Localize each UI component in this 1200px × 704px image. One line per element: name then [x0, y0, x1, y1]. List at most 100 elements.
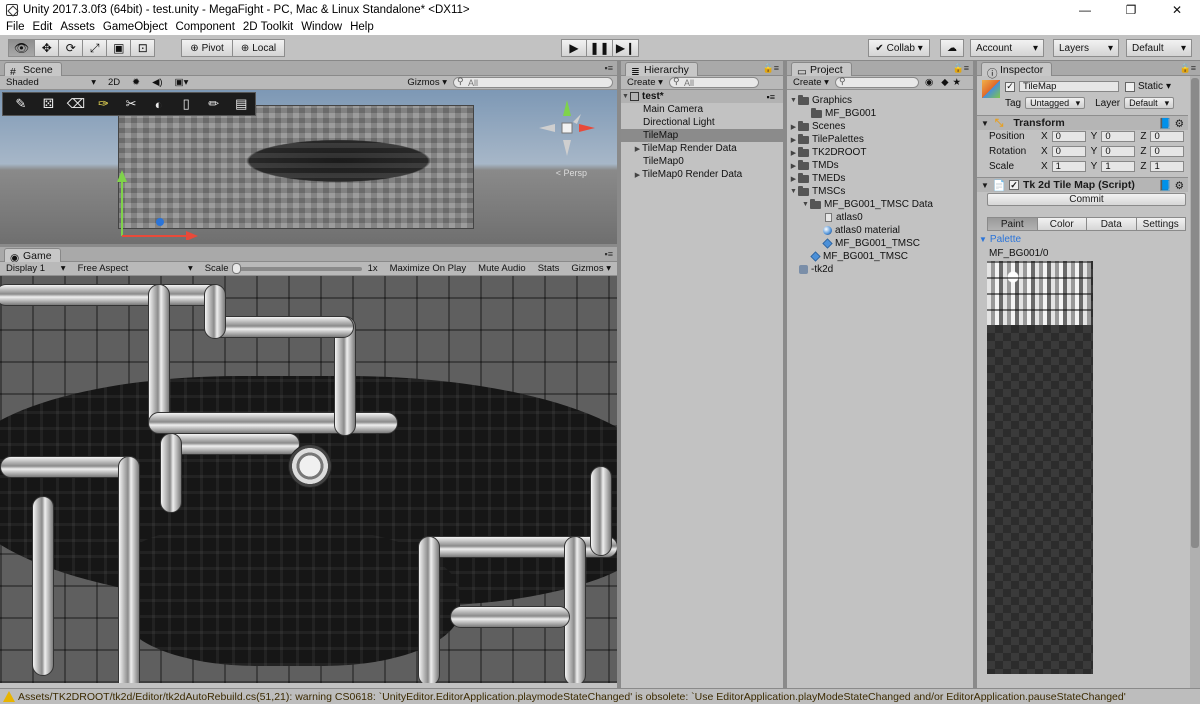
layer-dropdown[interactable]: Default ▾: [1124, 97, 1175, 109]
list-item[interactable]: ▼ TMSCs: [789, 185, 845, 198]
list-item[interactable]: ▶ Scenes: [789, 120, 845, 133]
console-status-bar[interactable]: Assets/TK2DROOT/tk2d/Editor/tk2dAutoRebu…: [0, 688, 1200, 704]
stats-toggle[interactable]: Stats: [532, 263, 566, 274]
script-enabled-checkbox[interactable]: ✓: [1009, 180, 1019, 190]
menu-gameobject[interactable]: GameObject: [99, 21, 172, 33]
tab-paint[interactable]: Paint: [987, 217, 1038, 231]
expand-arrow-icon[interactable]: ▼: [801, 201, 810, 208]
rotate-tool-button[interactable]: ⟳: [59, 39, 84, 57]
palette-foldout[interactable]: ▼ Palette: [979, 234, 1188, 245]
commit-button[interactable]: Commit: [987, 193, 1186, 206]
menu-assets[interactable]: Assets: [56, 21, 99, 33]
transform-header[interactable]: ▼ ⤡ Transform 📘 ⚙: [977, 115, 1188, 130]
panel-menu-icon[interactable]: ▪≡: [605, 249, 613, 259]
scale-y-field[interactable]: 1: [1101, 161, 1136, 172]
expand-arrow-icon[interactable]: ▶: [789, 162, 798, 170]
expand-arrow-icon[interactable]: ▶: [633, 171, 642, 179]
layers-dropdown[interactable]: Layers ▾: [1053, 39, 1119, 57]
cut-icon[interactable]: ✂: [117, 94, 145, 114]
scene-search-input[interactable]: All: [453, 76, 613, 88]
tab-project[interactable]: ▭ Project: [791, 62, 852, 78]
rotation-x-field[interactable]: 0: [1051, 146, 1086, 157]
expand-arrow-icon[interactable]: ▼: [789, 188, 798, 195]
hierarchy-create-dropdown[interactable]: Create ▾: [621, 77, 669, 88]
pencil-icon[interactable]: ✎: [7, 94, 35, 114]
scale-slider[interactable]: [232, 262, 362, 274]
panel-splitter[interactable]: [617, 61, 621, 688]
list-item[interactable]: -tk2d: [799, 263, 833, 276]
expand-arrow-icon[interactable]: ▼: [979, 235, 987, 244]
mute-audio-toggle[interactable]: Mute Audio: [472, 263, 532, 274]
tab-inspector[interactable]: ⓘ Inspector: [981, 62, 1053, 80]
random-dice-icon[interactable]: ⚄: [35, 94, 63, 114]
list-item[interactable]: ▶ TileMap Render Data: [633, 142, 737, 155]
list-item[interactable]: ▼ MF_BG001_TMSC Data: [801, 198, 933, 211]
effects-icon[interactable]: ▣▾: [169, 77, 195, 88]
projection-label[interactable]: < Persp: [556, 168, 587, 178]
tab-settings[interactable]: Settings: [1136, 217, 1186, 231]
component-settings-icon[interactable]: 📘 ⚙: [1159, 179, 1184, 192]
rect-tool-button[interactable]: ▣: [107, 39, 132, 57]
panel-splitter[interactable]: [973, 61, 977, 688]
rotation-z-field[interactable]: 0: [1150, 146, 1185, 157]
scene-gizmos-dropdown[interactable]: Gizmos ▾: [401, 77, 453, 88]
list-item[interactable]: ▶ TilePalettes: [789, 133, 864, 146]
play-button[interactable]: ▶: [561, 39, 587, 57]
menu-edit[interactable]: Edit: [29, 21, 57, 33]
brush-icon[interactable]: ✏: [200, 94, 228, 114]
expand-arrow-icon[interactable]: ▶: [789, 136, 798, 144]
list-item[interactable]: Main Camera: [643, 103, 703, 116]
chevron-down-icon[interactable]: ▾: [1166, 81, 1171, 92]
game-gizmos-dropdown[interactable]: Gizmos ▾: [565, 263, 617, 274]
transform-tool-button[interactable]: ⊡: [131, 39, 156, 57]
eraser-icon[interactable]: ⌫: [62, 94, 90, 114]
position-y-field[interactable]: 0: [1101, 131, 1136, 142]
tab-game[interactable]: ◉ Game: [4, 248, 61, 264]
lock-icon[interactable]: 🔒≡: [1180, 63, 1196, 74]
move-handle-icon[interactable]: [108, 170, 208, 240]
list-item[interactable]: ▶ TMEDs: [789, 172, 845, 185]
project-create-dropdown[interactable]: Create ▾: [787, 77, 835, 88]
lock-icon[interactable]: 🔒≡: [763, 63, 779, 74]
menu-window[interactable]: Window: [297, 21, 346, 33]
list-item[interactable]: ▶ TK2DROOT: [789, 146, 866, 159]
layer-icon[interactable]: ▯: [172, 94, 200, 114]
list-item[interactable]: MF_BG001_TMSC: [822, 237, 920, 250]
list-item[interactable]: TileMap0: [643, 155, 684, 168]
palette-tiles[interactable]: [987, 261, 1091, 325]
pause-button[interactable]: ❚❚: [587, 39, 613, 57]
shading-dropdown[interactable]: Shaded ▾: [0, 77, 102, 88]
audio-icon[interactable]: ◀): [146, 77, 168, 88]
lock-icon[interactable]: 🔒≡: [953, 63, 969, 74]
expand-arrow-icon[interactable]: ▼: [981, 181, 989, 190]
scene-viewport[interactable]: ✎ ⚄ ⌫ ✑ ✂ ◐ ▯ ✏ ▤ < Persp: [0, 90, 617, 244]
component-settings-icon[interactable]: 📘 ⚙: [1159, 117, 1184, 130]
panel-menu-icon[interactable]: ▪≡: [605, 63, 613, 73]
tilemap-script-header[interactable]: ▼ 📄 ✓ Tk 2d Tile Map (Script) 📘 ⚙: [977, 177, 1188, 192]
game-viewport[interactable]: [0, 276, 617, 683]
cloud-button[interactable]: ☁: [940, 39, 964, 57]
display-dropdown[interactable]: Display 1 ▾: [0, 263, 72, 274]
list-item[interactable]: atlas0 material: [823, 224, 900, 237]
label-icon[interactable]: ◆: [939, 77, 950, 88]
hierarchy-search-input[interactable]: All: [668, 76, 759, 88]
list-item[interactable]: Directional Light: [643, 116, 715, 129]
active-checkbox[interactable]: ✓: [1005, 81, 1015, 92]
layout-dropdown[interactable]: Default ▾: [1126, 39, 1192, 57]
eyedropper-icon[interactable]: ✑: [90, 94, 118, 114]
expand-arrow-icon[interactable]: ▼: [789, 97, 798, 104]
document-icon[interactable]: ▤: [228, 94, 256, 114]
scale-x-field[interactable]: 1: [1051, 161, 1086, 172]
expand-arrow-icon[interactable]: ▼: [981, 119, 989, 128]
move-tool-button[interactable]: ✥: [35, 39, 60, 57]
expand-arrow-icon[interactable]: ▶: [633, 145, 642, 153]
tab-color[interactable]: Color: [1037, 217, 1087, 231]
account-dropdown[interactable]: Account ▾: [970, 39, 1044, 57]
restore-icon[interactable]: ❐: [1108, 0, 1154, 19]
2d-toggle[interactable]: 2D: [102, 77, 126, 88]
list-item[interactable]: ▶ TMDs: [789, 159, 839, 172]
expand-arrow-icon[interactable]: ▶: [789, 123, 798, 131]
tile-palette-grid[interactable]: [987, 261, 1093, 674]
close-icon[interactable]: ✕: [1154, 0, 1200, 19]
list-item[interactable]: MF_BG001: [811, 107, 876, 120]
